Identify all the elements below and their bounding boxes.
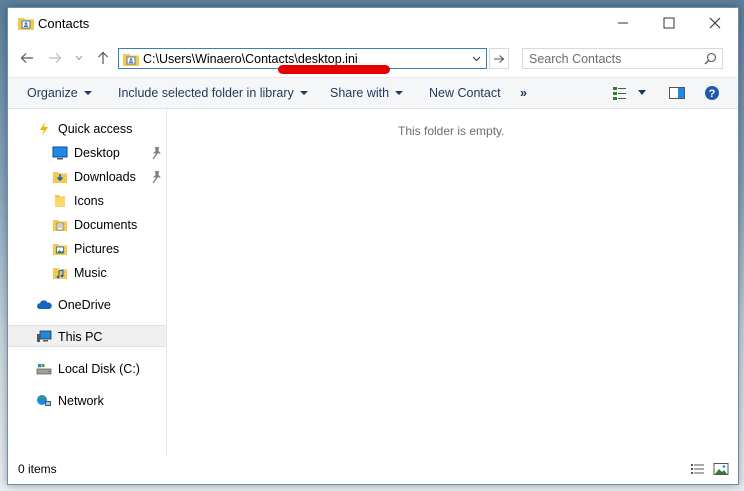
downloads-folder-icon [52,169,68,185]
desktop-icon [52,145,68,161]
pin-icon[interactable] [150,170,164,187]
close-button[interactable] [692,8,738,38]
highlight-annotation [278,65,390,74]
maximize-button[interactable] [646,8,692,38]
nav-item-downloads[interactable]: Downloads [8,166,166,188]
nav-item-this-pc[interactable]: This PC [8,325,166,347]
back-arrow-icon [20,53,33,63]
more-commands-label: » [520,86,527,100]
nav-label: This PC [58,330,103,344]
up-button[interactable] [94,50,112,66]
new-contact-label: New Contact [429,86,501,100]
item-count: 0 items [18,462,57,476]
nav-label: Quick access [58,122,133,136]
nav-item-local-disk[interactable]: Local Disk (C:) [8,358,166,380]
caret-down-icon [299,91,308,95]
onedrive-cloud-icon [36,297,52,313]
search-input[interactable] [529,51,699,66]
more-commands-button[interactable]: » [520,86,527,100]
command-bar: Organize Include selected folder in libr… [8,77,738,109]
pictures-folder-icon [52,241,68,257]
large-icons-view-toggle[interactable] [713,462,729,479]
recent-locations-button[interactable] [74,50,84,66]
up-arrow-icon [98,51,108,64]
share-with-button[interactable]: Share with [330,86,404,100]
new-contact-button[interactable]: New Contact [429,86,501,100]
details-view-toggle[interactable] [690,462,706,479]
go-arrow-icon [494,54,505,63]
contacts-folder-icon [123,52,139,69]
chevron-down-icon [75,55,83,61]
forward-arrow-icon [49,53,62,63]
nav-label: Desktop [74,146,120,160]
local-disk-icon [36,361,52,377]
nav-item-onedrive[interactable]: OneDrive [8,294,166,316]
address-path[interactable]: C:\Users\Winaero\Contacts\desktop.ini [143,52,358,66]
nav-item-desktop[interactable]: Desktop [8,142,166,164]
search-box[interactable] [522,48,723,69]
nav-item-music[interactable]: Music [8,262,166,284]
computer-icon [36,329,52,345]
back-button[interactable] [18,50,36,66]
documents-folder-icon [52,217,68,233]
nav-label: Downloads [74,170,136,184]
help-button[interactable]: ? [704,85,720,104]
search-icon[interactable] [704,52,717,68]
share-with-label: Share with [330,86,390,100]
nav-label: Local Disk (C:) [58,362,140,376]
preview-pane-button[interactable] [668,85,686,104]
maximize-icon [663,17,675,29]
navigation-pane: Quick access Desktop Downloads Icons Doc… [8,108,167,456]
minimize-button[interactable] [600,8,646,38]
details-list-icon [691,464,704,474]
nav-label: Documents [74,218,138,232]
explorer-window: Contacts C:\Users\Winaero\Contacts\deskt… [7,7,739,485]
minimize-icon [618,22,628,24]
contacts-folder-icon [18,16,34,30]
close-icon [709,17,721,29]
view-options-dropdown[interactable] [638,90,646,95]
change-view-button[interactable] [612,85,630,104]
window-title: Contacts [38,16,90,31]
svg-text:?: ? [709,88,716,100]
nav-label: Icons [74,194,104,208]
caret-down-icon [83,91,92,95]
nav-label: Network [58,394,104,408]
help-icon: ? [705,86,719,100]
large-icons-icon [713,463,729,475]
status-bar: 0 items [8,456,738,484]
include-library-label: Include selected folder in library [118,86,294,100]
caret-down-icon [638,90,646,95]
caret-down-icon [395,91,404,95]
nav-label: OneDrive [58,298,111,312]
include-in-library-button[interactable]: Include selected folder in library [118,86,308,100]
quick-access-star-icon [36,121,52,137]
organize-button[interactable]: Organize [27,86,92,100]
nav-item-quick-access[interactable]: Quick access [8,118,166,140]
music-folder-icon [52,265,68,281]
nav-label: Music [74,266,107,280]
empty-folder-message: This folder is empty. [398,124,505,138]
forward-button[interactable] [46,50,64,66]
address-history-dropdown[interactable] [469,51,483,66]
folder-icon [52,193,68,209]
pin-icon[interactable] [150,146,164,163]
details-view-icon [613,87,626,100]
chevron-down-icon [472,56,480,61]
preview-pane-icon [669,87,685,99]
network-icon [36,393,52,409]
title-bar[interactable]: Contacts [8,8,738,39]
nav-label: Pictures [74,242,120,256]
nav-item-pictures[interactable]: Pictures [8,238,166,260]
nav-item-documents[interactable]: Documents [8,214,166,236]
organize-label: Organize [27,86,78,100]
nav-item-network[interactable]: Network [8,390,166,412]
go-button[interactable] [489,48,509,69]
nav-item-icons[interactable]: Icons [8,190,166,212]
